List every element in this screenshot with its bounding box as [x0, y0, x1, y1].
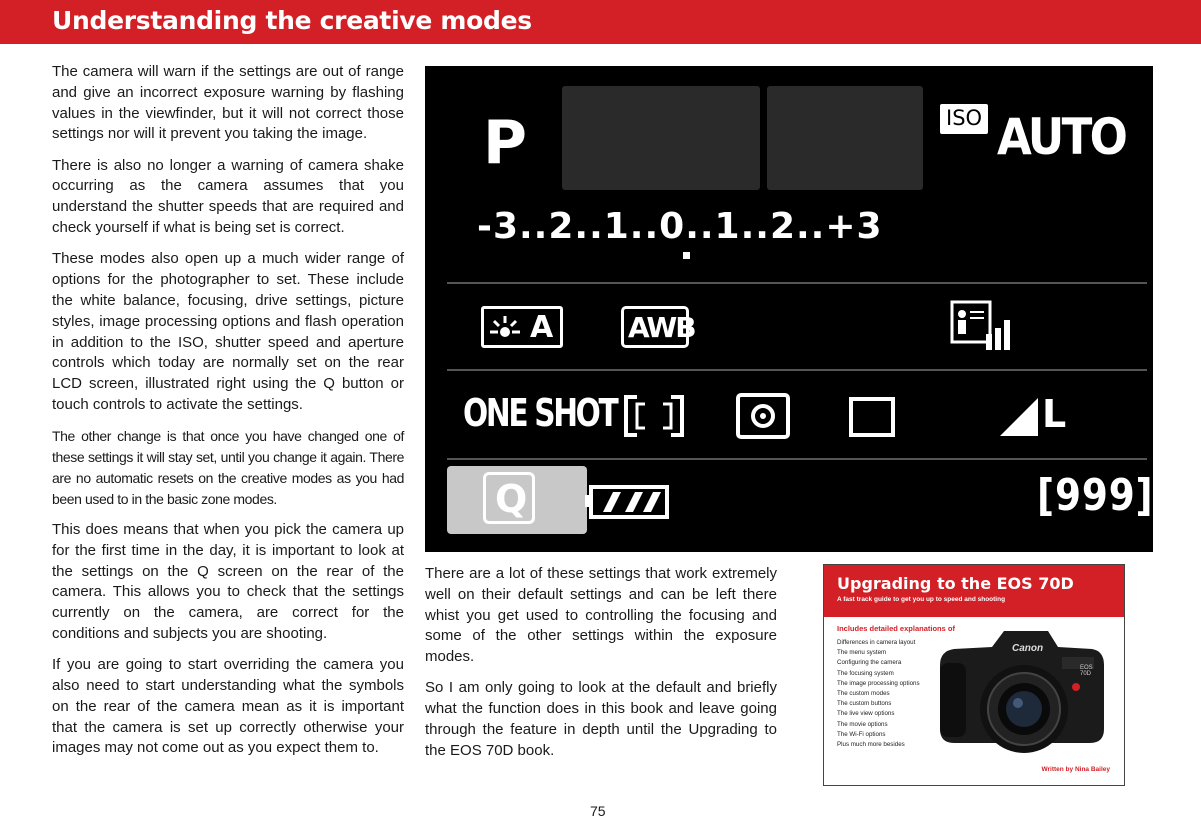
metering-mode-icon[interactable]: [735, 392, 791, 440]
paragraph: There are a lot of these settings that w…: [425, 565, 777, 666]
page-number: 75: [590, 803, 606, 819]
camera-lcd-screen: P ISO AUTO -3..2..1..0..1..2..+3 A AWB O…: [425, 66, 1153, 552]
q-button[interactable]: Q: [447, 466, 587, 534]
shooting-mode: P: [483, 108, 527, 178]
title-bar: Understanding the creative modes: [0, 0, 1201, 44]
aperture-box: [767, 86, 923, 190]
paragraph: This does means that when you pick the c…: [52, 520, 404, 642]
camera-image: Canon EOS 70D: [932, 617, 1112, 767]
middle-column: There are a lot of these settings that w…: [425, 564, 777, 772]
book-subtitle: A fast track guide to get you up to spee…: [837, 596, 1006, 603]
divider: [447, 369, 1147, 371]
list-item: The menu system: [837, 649, 887, 657]
list-item: The custom buttons: [837, 700, 892, 708]
shots-remaining: [999]: [1037, 470, 1153, 521]
picture-style-icon[interactable]: [950, 300, 1012, 354]
white-balance-icon[interactable]: AWB: [621, 306, 697, 348]
list-item: The Wi-Fi options: [837, 730, 886, 738]
divider: [447, 282, 1147, 284]
paragraph: The camera will warn if the settings are…: [52, 63, 404, 143]
flash-exposure-icon[interactable]: A: [481, 306, 563, 348]
book-contents-list: Differences in camera layout The menu sy…: [837, 638, 920, 750]
exposure-scale: -3..2..1..0..1..2..+3: [477, 206, 883, 247]
divider: [447, 458, 1147, 460]
list-item: The image processing options: [837, 679, 920, 687]
book-cover: Upgrading to the EOS 70D A fast track gu…: [823, 564, 1125, 786]
book-title: Upgrading to the EOS 70D: [837, 574, 1074, 593]
list-item: Differences in camera layout: [837, 639, 916, 646]
af-mode[interactable]: ONE SHOT: [463, 391, 619, 435]
iso-value: AUTO: [997, 108, 1128, 166]
list-item: The focusing system: [837, 669, 894, 677]
list-item: Configuring the camera: [837, 659, 902, 667]
drive-mode-icon[interactable]: [849, 397, 895, 437]
paragraph: These modes also open up a much wider ra…: [52, 250, 404, 413]
list-item: The custom modes: [837, 690, 890, 698]
paragraph: If you are going to start overriding the…: [52, 656, 404, 757]
paragraph: The other change is that once you have c…: [52, 428, 404, 507]
page-title: Understanding the creative modes: [52, 6, 532, 35]
camera-model: EOS 70D: [1080, 665, 1093, 677]
list-item: The live view options: [837, 710, 895, 718]
battery-icon: [585, 484, 671, 520]
exposure-indicator: [683, 252, 690, 259]
camera-brand: Canon: [1012, 643, 1044, 654]
iso-badge: ISO: [940, 104, 988, 134]
list-item: The movie options: [837, 720, 888, 728]
paragraph: So I am only going to look at the defaul…: [425, 679, 777, 759]
list-item: Plus much more besides: [837, 741, 905, 749]
af-area-icon[interactable]: [623, 394, 685, 438]
shutter-speed-box: [562, 86, 760, 190]
left-column: The camera will warn if the settings are…: [52, 62, 404, 770]
image-quality-icon[interactable]: L: [1000, 392, 1072, 440]
book-author: Written by Nina Bailey: [1041, 766, 1110, 773]
paragraph: There is also no longer a warning of cam…: [52, 156, 404, 237]
